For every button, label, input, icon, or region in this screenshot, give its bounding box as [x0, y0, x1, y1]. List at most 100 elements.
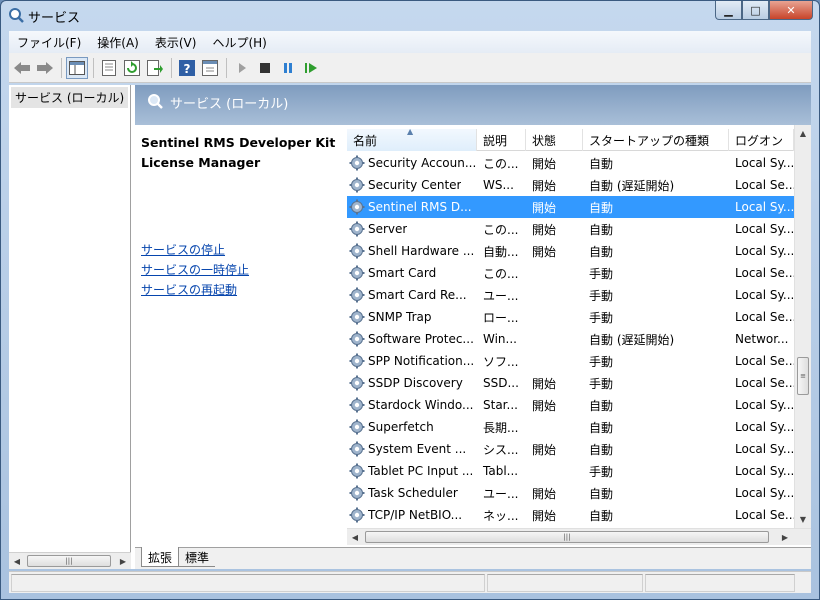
view-tabs: 拡張 標準: [135, 547, 811, 569]
service-gear-icon: [349, 507, 365, 523]
scroll-left-icon[interactable]: ◀: [9, 553, 25, 569]
forward-button[interactable]: [34, 57, 56, 79]
service-row[interactable]: Stardock Windo... Star... 開始 自動 Local Sy...: [347, 394, 794, 416]
pause-service-button[interactable]: [277, 57, 299, 79]
service-name: Shell Hardware ...: [368, 244, 475, 258]
menu-view[interactable]: 表示(V): [147, 34, 205, 51]
toolbar-separator: [93, 57, 94, 78]
properties-button[interactable]: [98, 57, 120, 79]
service-description: この...: [483, 156, 519, 171]
service-gear-icon: [349, 221, 365, 237]
service-startup-type: 自動: [589, 486, 614, 501]
service-row[interactable]: Smart Card この... 手動 Local Se...: [347, 262, 794, 284]
list-horizontal-scrollbar[interactable]: ◀ ||| ▶: [347, 528, 811, 545]
extended-description-pane: Sentinel RMS Developer Kit License Manag…: [135, 125, 343, 545]
toolbar-separator: [171, 57, 172, 78]
restart-service-button[interactable]: [300, 57, 322, 79]
tab-standard[interactable]: 標準: [179, 547, 216, 567]
service-row[interactable]: Task Scheduler ユー... 開始 自動 Local Sy...: [347, 482, 794, 504]
service-row[interactable]: TCP/IP NetBIO... ネッ... 開始 自動 Local Se...: [347, 504, 794, 526]
console-tree: サービス (ローカル) ◀ ||| ▶: [9, 85, 131, 569]
service-row[interactable]: System Event ... シス... 開始 自動 Local Sy...: [347, 438, 794, 460]
service-name: Server: [368, 222, 408, 236]
menu-action[interactable]: 操作(A): [89, 34, 147, 51]
pause-service-link[interactable]: サービスの一時停止: [141, 261, 249, 278]
close-button[interactable]: ✕: [769, 1, 813, 20]
service-startup-type: 手動: [589, 288, 614, 303]
service-row[interactable]: SSDP Discovery SSD... 開始 手動 Local Se...: [347, 372, 794, 394]
stop-service-link[interactable]: サービスの停止: [141, 241, 225, 258]
service-description: この...: [483, 266, 519, 281]
close-icon: ✕: [786, 3, 796, 17]
export-list-button[interactable]: [144, 57, 166, 79]
scroll-thumb[interactable]: |||: [365, 531, 769, 543]
menu-help[interactable]: ヘルプ(H): [204, 34, 274, 51]
column-description-label: 説明: [483, 134, 508, 148]
refresh-button[interactable]: [121, 57, 143, 79]
help-icon: ?: [179, 59, 195, 76]
column-status[interactable]: 状態: [526, 129, 583, 151]
minimize-icon: ▁: [724, 3, 733, 17]
scroll-left-icon[interactable]: ◀: [347, 529, 363, 545]
service-logon: Local Se...: [735, 178, 794, 192]
scroll-down-icon[interactable]: ▼: [795, 511, 811, 527]
stop-service-button[interactable]: [254, 57, 276, 79]
service-row[interactable]: Server この... 開始 自動 Local Sy...: [347, 218, 794, 240]
service-row[interactable]: Shell Hardware ... 自動... 開始 自動 Local Sy...: [347, 240, 794, 262]
scroll-thumb[interactable]: |||: [27, 555, 111, 567]
tree-horizontal-scrollbar[interactable]: ◀ ||| ▶: [9, 552, 131, 569]
service-row[interactable]: SNMP Trap ロー... 手動 Local Se...: [347, 306, 794, 328]
scroll-up-icon[interactable]: ▲: [795, 125, 811, 141]
start-service-icon: [239, 62, 246, 73]
service-row[interactable]: Security Accoun... この... 開始 自動 Local Sy...: [347, 152, 794, 174]
service-startup-type: 自動: [589, 442, 614, 457]
column-description[interactable]: 説明: [477, 129, 526, 151]
service-row[interactable]: Sentinel RMS D... 開始 自動 Local Sy...: [347, 196, 794, 218]
title-bar[interactable]: サービス ▁ □ ✕: [1, 1, 819, 31]
service-row[interactable]: Security Center WS... 開始 自動 (遅延開始) Local Se.…: [347, 174, 794, 196]
toolbar-separator: [226, 57, 227, 78]
service-status: 開始: [532, 508, 557, 523]
restart-service-link[interactable]: サービスの再起動: [141, 281, 237, 298]
service-row[interactable]: Software Protec... Win... 自動 (遅延開始) Networ.…: [347, 328, 794, 350]
service-name: System Event ...: [368, 442, 467, 456]
service-gear-icon: [349, 353, 365, 369]
tree-item-services-local[interactable]: サービス (ローカル): [11, 87, 129, 108]
service-row[interactable]: Smart Card Re... ユー... 手動 Local Sy...: [347, 284, 794, 306]
column-logon[interactable]: ログオン: [729, 129, 794, 151]
scroll-thumb[interactable]: ≡: [797, 357, 809, 395]
start-service-button[interactable]: [231, 57, 253, 79]
scroll-right-icon[interactable]: ▶: [777, 529, 793, 545]
pane-header: サービス (ローカル): [135, 85, 811, 125]
menu-file[interactable]: ファイル(F): [9, 34, 89, 51]
minimize-button[interactable]: ▁: [715, 1, 742, 20]
maximize-button[interactable]: □: [742, 1, 769, 20]
service-description: ソフ...: [483, 354, 519, 369]
console-tree-button[interactable]: [66, 56, 88, 79]
service-logon: Local Sy...: [735, 200, 794, 214]
service-logon: Local Sy...: [735, 398, 794, 412]
service-row[interactable]: Tablet PC Input ... Tabl... 手動 Local Sy...: [347, 460, 794, 482]
scroll-right-icon[interactable]: ▶: [115, 553, 131, 569]
column-name[interactable]: ▲ 名前: [347, 129, 477, 151]
service-logon: Local Se...: [735, 354, 794, 368]
view-button[interactable]: [199, 57, 221, 79]
service-row[interactable]: Superfetch 長期... 自動 Local Sy...: [347, 416, 794, 438]
column-startup-type-label: スタートアップの種類: [589, 134, 710, 148]
service-startup-type: 自動: [589, 244, 614, 259]
service-row[interactable]: SPP Notification... ソフ... 手動 Local Se...: [347, 350, 794, 372]
service-name: Smart Card Re...: [368, 288, 467, 302]
service-description: 自動...: [483, 244, 519, 259]
help-button[interactable]: ?: [176, 57, 198, 79]
column-startup-type[interactable]: スタートアップの種類: [583, 129, 729, 151]
back-button[interactable]: [11, 57, 33, 79]
service-name-cell: SPP Notification...: [347, 353, 477, 369]
sort-ascending-icon: ▲: [407, 129, 414, 136]
tab-extended[interactable]: 拡張: [141, 547, 180, 567]
pane-title: サービス (ローカル): [170, 97, 289, 112]
list-vertical-scrollbar[interactable]: ▲ ≡ ▼: [794, 125, 811, 528]
service-description: ネッ...: [483, 508, 519, 523]
service-name: TCP/IP NetBIO...: [368, 508, 463, 522]
service-name-cell: Security Center: [347, 177, 477, 193]
service-startup-type: 自動: [589, 508, 614, 523]
